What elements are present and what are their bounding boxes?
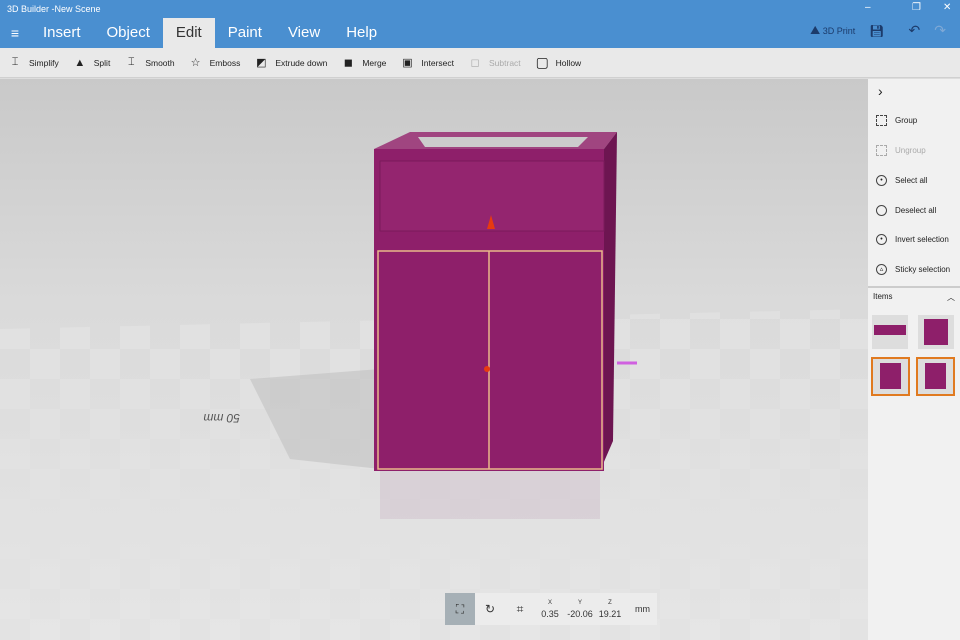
cabinet[interactable]: [374, 132, 617, 519]
deselect-all-button[interactable]: Deselect all: [876, 205, 936, 216]
merge-icon: ◼: [343, 57, 353, 69]
star-icon: ☆: [190, 57, 201, 69]
window-title: 3D Builder -New Scene: [7, 4, 101, 14]
hollow-icon: ▢: [535, 54, 549, 70]
ungroup-button[interactable]: Ungroup: [876, 145, 926, 156]
item-thumbnail-selected[interactable]: [916, 357, 955, 396]
group-button[interactable]: Group: [876, 115, 917, 126]
collapse-chevron-icon[interactable]: ›: [878, 83, 883, 99]
label: Select all: [895, 176, 928, 185]
item-thumbnail[interactable]: [872, 315, 908, 349]
label: Smooth: [145, 57, 175, 68]
y-label: Y: [577, 599, 582, 606]
item-thumbnail[interactable]: [918, 315, 954, 349]
tab-paint[interactable]: Paint: [215, 18, 275, 48]
simplify-button[interactable]: ⌶ Simplify: [9, 56, 59, 69]
z-value: 19.21: [598, 608, 622, 619]
label: Intersect: [421, 57, 455, 68]
emboss-button[interactable]: ☆ Emboss: [190, 56, 241, 69]
extrude-down-button[interactable]: ◩ Extrude down: [255, 56, 327, 69]
y-value: -20.06: [567, 608, 593, 619]
smooth-icon: ⌶: [128, 56, 135, 68]
hamburger-menu-icon[interactable]: ≡: [0, 25, 30, 41]
label: Split: [93, 57, 111, 68]
sticky-selection-icon: ▵: [876, 264, 887, 275]
subtract-button[interactable]: ◻ Subtract: [469, 56, 521, 69]
split-icon: ▲: [74, 56, 86, 69]
3d-print-button[interactable]: ⛰ 3D Print: [810, 23, 855, 38]
x-value: 0.35: [541, 608, 559, 619]
tab-object[interactable]: Object: [94, 18, 163, 48]
invert-selection-button[interactable]: • Invert selection: [876, 234, 949, 245]
split-button[interactable]: ▲ Split: [74, 56, 111, 69]
x-label: X: [547, 599, 552, 606]
scale-tool-icon[interactable]: ⌗: [505, 593, 535, 625]
scene: 50 mm: [0, 132, 868, 640]
group-icon: [876, 115, 887, 126]
tab-help[interactable]: Help: [333, 18, 390, 48]
label: Extrude down: [275, 57, 328, 68]
extrude-icon: ◩: [256, 57, 267, 69]
intersect-icon: ▣: [402, 57, 413, 69]
invert-selection-icon: •: [876, 234, 887, 245]
unit-label: mm: [635, 604, 650, 614]
label: Group: [895, 116, 918, 125]
z-label: Z: [608, 599, 612, 606]
cabinet-doors: [377, 250, 603, 470]
smooth-button[interactable]: ⌶ Smooth: [125, 56, 175, 69]
tab-view[interactable]: View: [275, 18, 333, 48]
close-button[interactable]: ✕: [943, 2, 951, 13]
side-panel: › Group Ungroup • Select all Deselect all…: [868, 79, 960, 640]
label: Merge: [362, 57, 387, 68]
item-thumbnail-selected[interactable]: [871, 357, 910, 396]
rotate-tool-icon[interactable]: ↻: [475, 593, 505, 625]
ungroup-icon: [876, 145, 887, 156]
z-coordinate[interactable]: Z 19.21: [595, 600, 625, 619]
label: Deselect all: [895, 206, 937, 215]
simplify-icon: ⌶: [11, 56, 19, 68]
transform-bar: ⛶ ↻ ⌗ X 0.35 Y -20.06 Z 19.21 mm: [445, 593, 657, 625]
pivot-handle[interactable]: [484, 366, 490, 372]
move-tool-icon[interactable]: ⛶: [445, 593, 475, 625]
undo-icon[interactable]: ↶: [909, 22, 921, 39]
label: Sticky selection: [895, 265, 951, 274]
sticky-selection-button[interactable]: ▵ Sticky selection: [876, 264, 950, 275]
label: Ungroup: [895, 146, 926, 155]
menu-tabs: ≡ Insert Object Edit Paint View Help: [0, 18, 390, 48]
items-label: Items: [873, 292, 893, 301]
restore-button[interactable]: ❐: [912, 2, 921, 13]
hollow-button[interactable]: ▢ Hollow: [536, 54, 582, 71]
y-coordinate[interactable]: Y -20.06: [565, 600, 595, 619]
select-all-icon: •: [876, 175, 887, 186]
select-all-button[interactable]: • Select all: [876, 175, 927, 186]
title-bar: 3D Builder -New Scene – ❐ ✕ ≡ Insert Obj…: [0, 0, 960, 48]
intersect-button[interactable]: ▣ Intersect: [401, 56, 454, 69]
label: Subtract: [489, 57, 521, 68]
subtract-icon: ◻: [470, 57, 480, 69]
items-header[interactable]: Items ︿: [868, 286, 960, 307]
edit-toolbar: ⌶ Simplify ▲ Split ⌶ Smooth ☆ Emboss ◩ Extrud…: [0, 48, 960, 78]
3d-print-label: 3D Print: [822, 26, 856, 36]
chevron-up-icon: ︿: [947, 293, 955, 302]
merge-button[interactable]: ◼ Merge: [342, 56, 387, 69]
scale-label: 50 mm: [203, 411, 240, 425]
save-icon[interactable]: 💾︎: [869, 24, 884, 38]
label: Hollow: [555, 57, 582, 68]
label: Simplify: [29, 57, 59, 68]
label: Invert selection: [895, 235, 949, 244]
x-coordinate[interactable]: X 0.35: [535, 600, 565, 619]
redo-icon[interactable]: ↷: [934, 22, 946, 39]
deselect-all-icon: [876, 205, 887, 216]
tab-insert[interactable]: Insert: [30, 18, 94, 48]
tab-edit[interactable]: Edit: [162, 18, 215, 48]
label: Emboss: [209, 57, 241, 68]
minimize-button[interactable]: –: [865, 2, 871, 13]
print-icon: ⛰: [810, 23, 821, 37]
3d-viewport[interactable]: 50 mm: [0, 79, 868, 640]
